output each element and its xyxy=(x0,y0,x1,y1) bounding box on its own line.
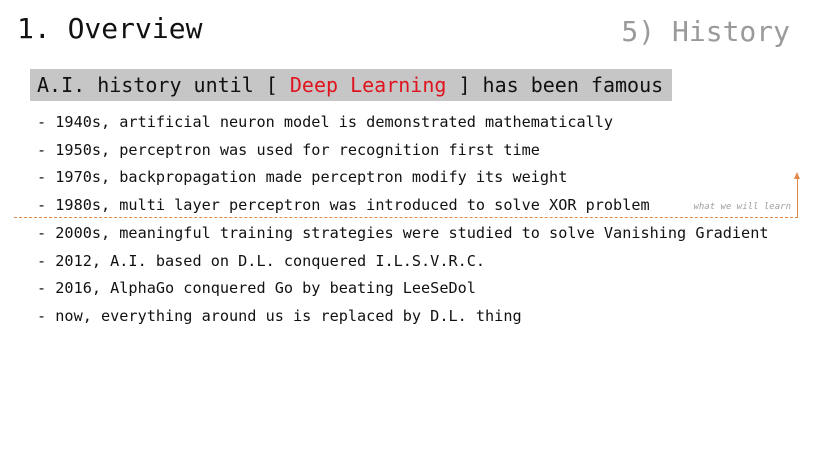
list-item: - 1950s, perceptron was used for recogni… xyxy=(37,140,540,159)
list-item: - 1980s, multi layer perceptron was intr… xyxy=(37,196,650,215)
list-item: - 1970s, backpropagation made perceptron… xyxy=(37,168,568,187)
arrow-up-icon xyxy=(794,172,800,179)
list-item: - 2016, AlphaGo conquered Go by beating … xyxy=(37,279,476,298)
headline-highlight: Deep Learning xyxy=(289,73,447,97)
list-item: - 1940s, artificial neuron model is demo… xyxy=(37,113,614,131)
headline-prefix: A.I. history until [ xyxy=(37,73,290,97)
arrow-shaft xyxy=(797,178,798,217)
slide-title: 1. Overview xyxy=(17,12,203,45)
list-item: - now, everything around us is replaced … xyxy=(37,306,522,325)
list-item: - 2000s, meaningful training strategies … xyxy=(37,223,769,242)
headline-box: A.I. history until [ Deep Learning ] has… xyxy=(30,69,673,101)
section-title: 5) History xyxy=(621,15,790,48)
list-item: - 2012, A.I. based on D.L. conquered I.L… xyxy=(37,251,486,270)
history-list: - 1940s, artificial neuron model is demo… xyxy=(37,109,769,331)
divider-dashed-line xyxy=(14,217,798,218)
headline-suffix: ] has been famous xyxy=(446,73,664,97)
annotation-label: what we will learn xyxy=(693,202,791,212)
